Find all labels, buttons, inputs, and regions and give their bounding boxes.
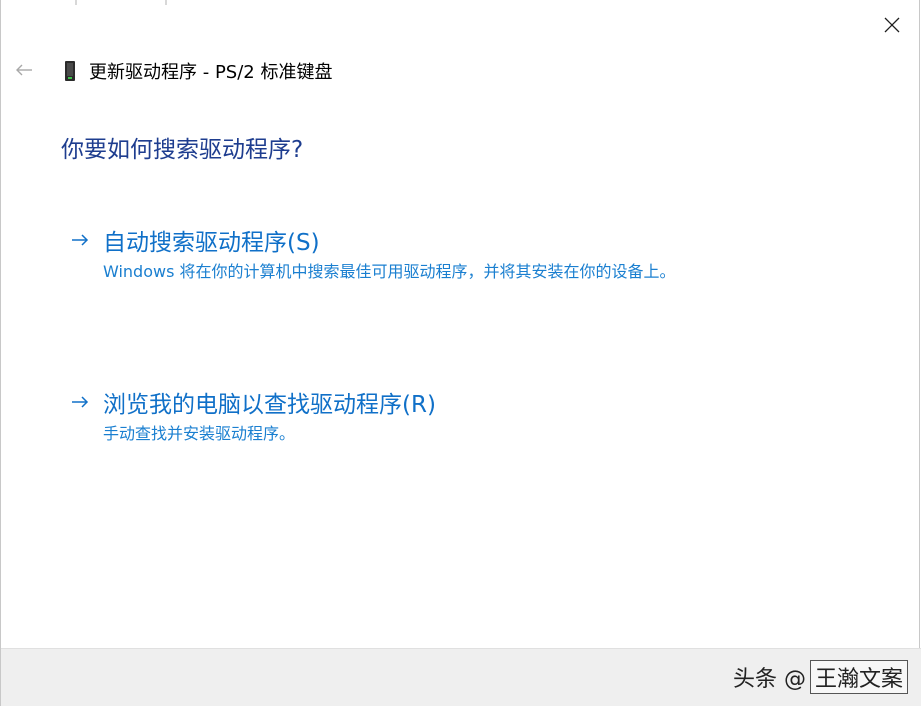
- update-driver-dialog: 更新驱动程序 - PS/2 标准键盘 你要如何搜索驱动程序? 自动搜索驱动程序(…: [0, 0, 921, 706]
- window-top-edge: [1, 0, 921, 6]
- dialog-title: 更新驱动程序 - PS/2 标准键盘: [89, 62, 333, 83]
- close-icon: [884, 17, 900, 33]
- watermark: 头条 @ 王瀚文案: [733, 660, 908, 694]
- browse-computer-label[interactable]: 浏览我的电脑以查找驱动程序(R): [103, 385, 436, 419]
- dialog-header: 更新驱动程序 - PS/2 标准键盘: [61, 58, 332, 84]
- watermark-name: 王瀚文案: [809, 660, 908, 694]
- auto-search-label[interactable]: 自动搜索驱动程序(S): [103, 223, 320, 257]
- arrow-right-icon: [69, 229, 91, 251]
- browse-computer-description: 手动查找并安装驱动程序。: [103, 424, 296, 443]
- back-button[interactable]: [13, 59, 35, 81]
- auto-search-option[interactable]: 自动搜索驱动程序(S) Windows 将在你的计算机中搜索最佳可用驱动程序，并…: [69, 224, 676, 282]
- browse-computer-option[interactable]: 浏览我的电脑以查找驱动程序(R) 手动查找并安装驱动程序。: [69, 386, 436, 444]
- page-title: 你要如何搜索驱动程序?: [61, 137, 304, 163]
- auto-search-description: Windows 将在你的计算机中搜索最佳可用驱动程序，并将其安装在你的设备上。: [103, 262, 676, 281]
- clipped-title-remnant: [75, 0, 167, 5]
- back-arrow-icon: [16, 64, 32, 76]
- watermark-prefix: 头条 @: [732, 667, 806, 692]
- keyboard-device-icon: [61, 59, 79, 83]
- close-button[interactable]: [877, 10, 907, 40]
- arrow-right-icon: [69, 391, 91, 413]
